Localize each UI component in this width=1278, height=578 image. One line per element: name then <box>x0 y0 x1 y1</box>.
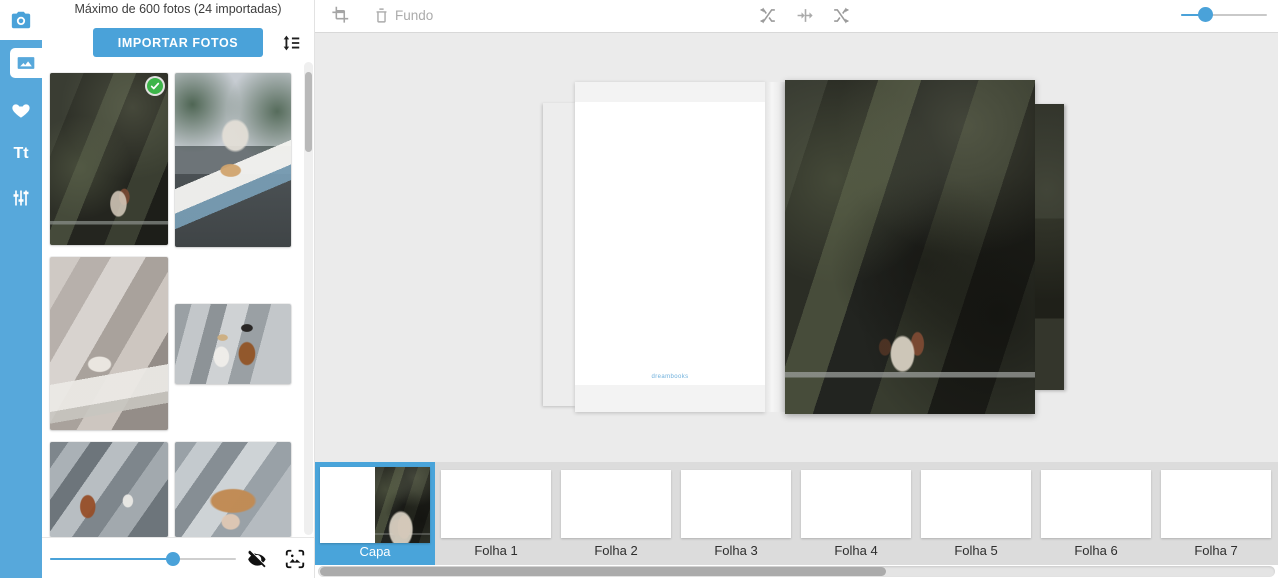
brand-text: dreambooks <box>575 374 765 380</box>
page-label: Folha 6 <box>1036 543 1156 558</box>
capa-thumb-back <box>320 467 375 543</box>
photo-limit-text: Máximo de 600 fotos (24 importadas) <box>42 2 314 16</box>
capa-thumb-photo <box>375 467 430 543</box>
bleed-margin-bottom <box>575 385 765 412</box>
page-cell-folha-1[interactable]: Folha 1 <box>436 462 556 565</box>
thumbnail-size-slider[interactable] <box>50 552 236 566</box>
page-thumb <box>921 470 1031 538</box>
library-photo-1[interactable] <box>50 73 168 245</box>
pages-filmstrip: Capa Folha 1 Folha 2 Folha 3 Folha 4 Fol… <box>315 462 1278 565</box>
book-canvas[interactable]: dreambooks <box>315 33 1278 462</box>
rail-item-text[interactable]: Tt <box>0 137 42 171</box>
check-badge-icon <box>147 78 163 94</box>
library-photo-5[interactable] <box>50 442 168 537</box>
import-photos-button[interactable]: IMPORTAR FOTOS <box>93 28 263 57</box>
page-label: Folha 2 <box>556 543 676 558</box>
page-thumb-capa <box>320 467 430 543</box>
background-label: Fundo <box>395 8 433 23</box>
filmstrip-scrollbar <box>318 566 1275 577</box>
page-thumb <box>1041 470 1151 538</box>
page-thumb <box>1161 470 1271 538</box>
photo-panel-footer <box>42 537 314 578</box>
spread-toolbar: Fundo <box>315 0 1278 33</box>
image-placeholder-icon[interactable] <box>284 548 306 570</box>
rail-item-photos[interactable] <box>10 48 42 78</box>
photobook-editor: Tt Máximo de 600 fotos (24 importadas) I… <box>0 0 1278 578</box>
page-label: Folha 3 <box>676 543 796 558</box>
rail-item-settings[interactable] <box>0 181 42 215</box>
page-cell-folha-7[interactable]: Folha 7 <box>1156 462 1276 565</box>
library-photo-4[interactable] <box>175 304 291 384</box>
book-spine[interactable] <box>765 82 785 412</box>
cover-bleed-left <box>543 103 576 406</box>
text-icon: Tt <box>13 145 28 163</box>
line-spacing-icon[interactable] <box>280 32 302 54</box>
rail-item-favorites[interactable] <box>0 94 42 128</box>
tool-rail: Tt <box>0 40 42 578</box>
library-photo-3[interactable] <box>50 257 168 430</box>
page-label: Folha 1 <box>436 543 556 558</box>
image-icon <box>16 53 36 73</box>
camera-button[interactable] <box>0 0 42 40</box>
cover-bleed-right <box>1035 104 1064 390</box>
page-cell-folha-5[interactable]: Folha 5 <box>916 462 1036 565</box>
page-cell-capa[interactable]: Capa <box>315 462 435 565</box>
page-thumb <box>801 470 911 538</box>
back-cover-page[interactable]: dreambooks <box>575 82 765 412</box>
photo-list-scrollbar-thumb[interactable] <box>305 72 312 152</box>
filmstrip-scrollbar-thumb[interactable] <box>320 567 886 576</box>
library-photo-6[interactable] <box>175 442 291 537</box>
page-label: Folha 7 <box>1156 543 1276 558</box>
library-photo-2[interactable] <box>175 73 291 247</box>
photo-list-scrollbar <box>304 62 313 535</box>
crop-icon[interactable] <box>330 6 349 25</box>
front-cover-photo[interactable] <box>785 80 1035 414</box>
bleed-margin-top <box>575 82 765 102</box>
page-cell-folha-6[interactable]: Folha 6 <box>1036 462 1156 565</box>
page-cell-folha-4[interactable]: Folha 4 <box>796 462 916 565</box>
eye-off-icon[interactable] <box>246 548 268 570</box>
page-cell-folha-3[interactable]: Folha 3 <box>676 462 796 565</box>
page-label: Capa <box>315 544 435 559</box>
photo-camera-icon <box>10 9 32 31</box>
left-rail: Tt <box>0 0 42 578</box>
photo-library-panel: Máximo de 600 fotos (24 importadas) IMPO… <box>42 0 315 578</box>
tune-icon <box>11 188 31 208</box>
page-thumb <box>441 470 551 538</box>
page-cell-folha-2[interactable]: Folha 2 <box>556 462 676 565</box>
page-label: Folha 5 <box>916 543 1036 558</box>
shuffle-left-icon[interactable] <box>759 6 778 25</box>
workspace: Fundo dreambooks <box>315 0 1278 578</box>
delete-background-icon[interactable] <box>373 6 392 25</box>
canvas-zoom-slider[interactable] <box>1181 8 1267 22</box>
shuffle-icon[interactable] <box>831 6 850 25</box>
heart-icon <box>11 101 31 121</box>
page-thumb <box>561 470 671 538</box>
page-label: Folha 4 <box>796 543 916 558</box>
swap-horizontal-icon[interactable] <box>796 6 815 25</box>
page-thumb <box>681 470 791 538</box>
